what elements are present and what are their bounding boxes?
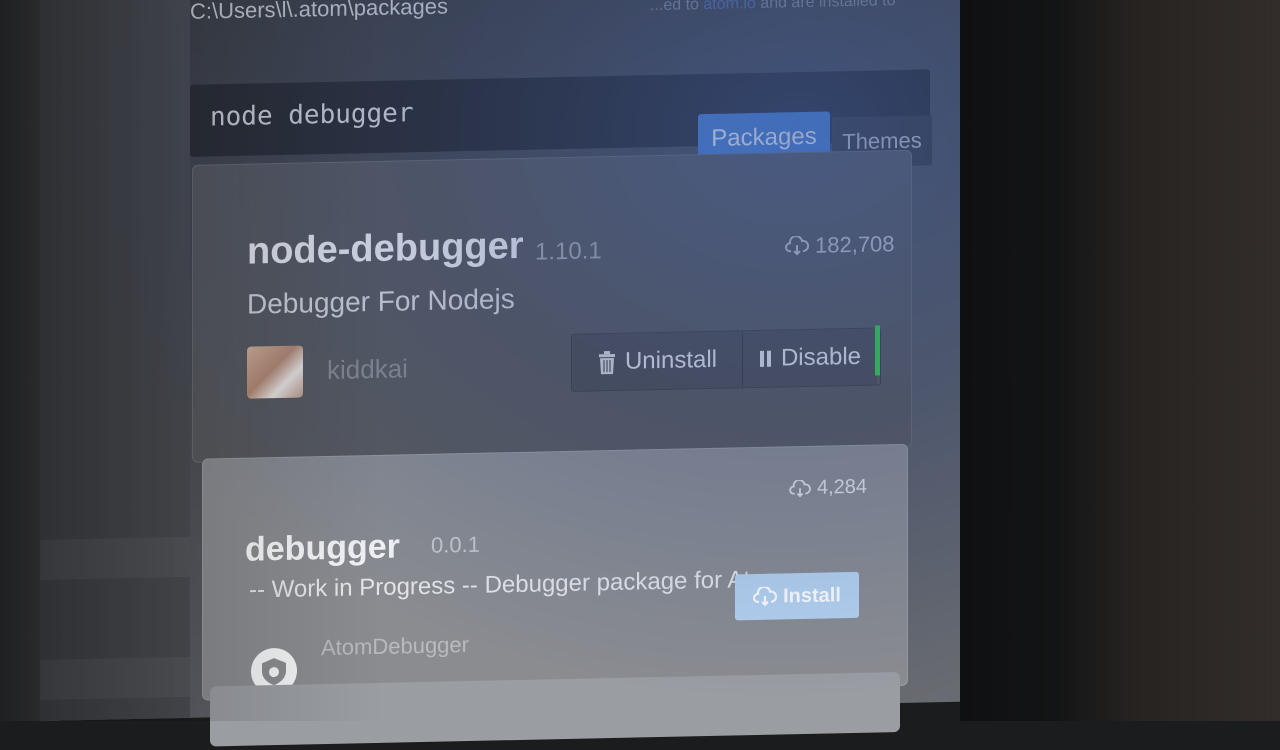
- install-note-suffix: and are installed to: [755, 0, 896, 13]
- install-note-text: ...ed to atom.io and are installed to: [650, 0, 896, 15]
- trash-icon: [598, 351, 615, 375]
- disable-button[interactable]: Disable: [743, 328, 877, 388]
- package-card-debugger[interactable]: 4,284 debugger 0.0.1 -- Work in Progress…: [202, 443, 908, 701]
- atom-io-link[interactable]: atom.io: [703, 0, 755, 13]
- search-input[interactable]: [208, 86, 672, 139]
- sidebar-item[interactable]: [40, 536, 190, 580]
- install-packages-panel: C:\Users\l\.atom\packages ...ed to atom.…: [190, 0, 1050, 747]
- install-button[interactable]: Install: [735, 571, 859, 621]
- download-count: 182,708: [785, 231, 895, 259]
- install-button-label: Install: [783, 583, 841, 607]
- uninstall-button[interactable]: Uninstall: [572, 331, 743, 391]
- owner-avatar[interactable]: [247, 345, 303, 399]
- cloud-download-icon: [753, 586, 778, 607]
- download-count: 4,284: [789, 476, 867, 501]
- package-name[interactable]: node-debugger: [247, 225, 524, 274]
- install-note-prefix: ...ed to: [650, 0, 704, 15]
- package-actions: Uninstall Disable: [571, 327, 881, 392]
- package-description: Debugger For Nodejs: [247, 283, 515, 320]
- pause-icon: [759, 350, 771, 367]
- uninstall-button-label: Uninstall: [624, 345, 718, 375]
- atom-settings-window: C:\Users\l\.atom\packages ...ed to atom.…: [40, 0, 1050, 747]
- package-card-node-debugger[interactable]: node-debugger 1.10.1 Debugger For Nodejs…: [192, 149, 912, 463]
- download-count-value: 4,284: [817, 475, 868, 499]
- package-version: 0.0.1: [431, 531, 480, 558]
- settings-sidebar: [40, 0, 190, 721]
- sidebar-item[interactable]: [40, 656, 190, 700]
- enabled-indicator: [875, 325, 880, 376]
- shield-icon: [262, 658, 286, 686]
- cloud-download-icon: [785, 235, 809, 256]
- package-description: -- Work in Progress -- Debugger package …: [249, 565, 784, 604]
- package-name[interactable]: debugger: [245, 527, 400, 569]
- disable-button-label: Disable: [780, 342, 862, 372]
- owner-name[interactable]: AtomDebugger: [321, 632, 469, 661]
- monitor-bezel: [960, 0, 1280, 721]
- tab-packages-label: Packages: [711, 122, 817, 152]
- package-version: 1.10.1: [535, 237, 602, 266]
- owner-name[interactable]: kiddkai: [327, 353, 408, 386]
- install-path-text: C:\Users\l\.atom\packages: [190, 0, 448, 24]
- cloud-download-icon: [789, 479, 811, 498]
- download-count-value: 182,708: [815, 231, 895, 258]
